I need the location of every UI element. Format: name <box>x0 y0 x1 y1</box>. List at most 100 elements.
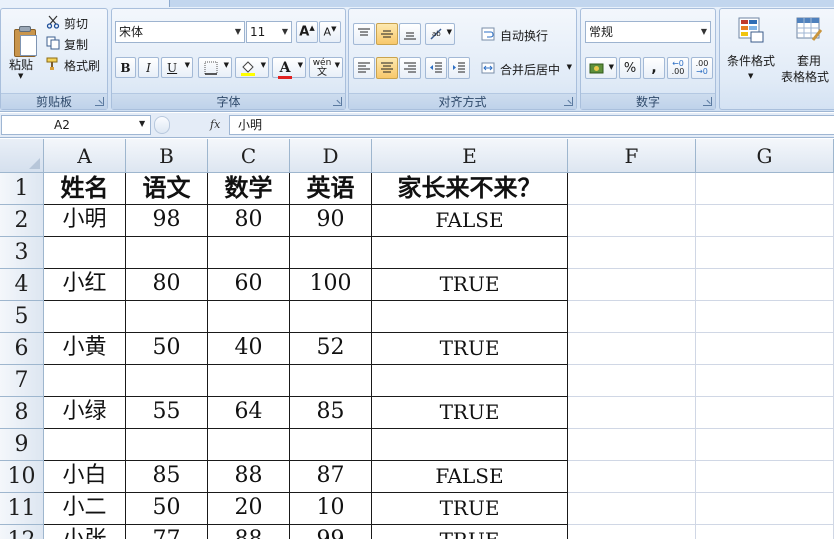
cell-d11[interactable]: 10 <box>290 493 372 525</box>
formula-bar-splitter[interactable] <box>154 116 170 134</box>
align-left-button[interactable] <box>353 57 375 79</box>
row-header-5[interactable]: 5 <box>0 301 44 333</box>
align-top-button[interactable] <box>353 23 375 45</box>
paste-button[interactable]: 粘贴 ▼ <box>3 11 39 89</box>
cell-e8[interactable]: TRUE <box>372 397 568 429</box>
cell-d5[interactable] <box>290 301 372 333</box>
cell-d1[interactable]: 英语 <box>290 173 372 205</box>
increase-indent-button[interactable] <box>448 57 470 79</box>
borders-button[interactable]: ▼ <box>198 57 232 78</box>
cell-e3[interactable] <box>372 237 568 269</box>
format-painter-button[interactable]: 格式刷 <box>43 55 105 73</box>
cell-b8[interactable]: 55 <box>126 397 208 429</box>
cell-b12[interactable]: 77 <box>126 525 208 539</box>
column-header-b[interactable]: B <box>126 139 208 173</box>
cell-a10[interactable]: 小白 <box>44 461 126 493</box>
underline-dropdown-icon[interactable]: ▼ <box>185 61 190 69</box>
align-right-button[interactable] <box>399 57 421 79</box>
decrease-indent-button[interactable] <box>425 57 447 79</box>
cell-a5[interactable] <box>44 301 126 333</box>
cell-c5[interactable] <box>208 301 290 333</box>
cell-b11[interactable]: 50 <box>126 493 208 525</box>
name-box[interactable]: A2 <box>1 115 151 135</box>
phonetic-dropdown-icon[interactable]: ▼ <box>335 61 340 69</box>
orientation-dropdown-icon[interactable]: ▼ <box>447 28 452 36</box>
align-center-button[interactable] <box>376 57 398 79</box>
bold-button[interactable]: B <box>115 57 136 78</box>
row-header-12[interactable]: 12 <box>0 525 44 539</box>
cell-c6[interactable]: 40 <box>208 333 290 365</box>
cell-e9[interactable] <box>372 429 568 461</box>
merge-center-dropdown-icon[interactable]: ▼ <box>567 63 572 71</box>
row-header-8[interactable]: 8 <box>0 397 44 429</box>
cell-b1[interactable]: 语文 <box>126 173 208 205</box>
wrap-text-button[interactable]: 自动换行 <box>477 23 573 45</box>
select-all-button[interactable] <box>0 139 44 173</box>
cell-b7[interactable] <box>126 365 208 397</box>
column-header-f[interactable]: F <box>568 139 696 173</box>
cell-a6[interactable]: 小黄 <box>44 333 126 365</box>
cell-c12[interactable]: 88 <box>208 525 290 539</box>
decrease-decimal-button[interactable]: .00 →0 <box>691 57 713 79</box>
number-format-select[interactable]: 常规 ▼ <box>585 21 711 43</box>
cell-e2[interactable]: FALSE <box>372 205 568 237</box>
increase-decimal-button[interactable]: ←0 .00 <box>667 57 689 79</box>
column-header-d[interactable]: D <box>290 139 372 173</box>
cell-d8[interactable]: 85 <box>290 397 372 429</box>
cell-b2[interactable]: 98 <box>126 205 208 237</box>
column-header-e[interactable]: E <box>372 139 568 173</box>
formula-input[interactable]: 小明 <box>229 115 834 135</box>
row-header-9[interactable]: 9 <box>0 429 44 461</box>
cell-a12[interactable]: 小张 <box>44 525 126 539</box>
phonetic-button[interactable]: wén 文 ▼ <box>309 57 343 78</box>
tab-home[interactable] <box>0 0 170 7</box>
cell-d3[interactable] <box>290 237 372 269</box>
cell-c11[interactable]: 20 <box>208 493 290 525</box>
font-color-button[interactable]: A ▼ <box>272 57 306 79</box>
cell-b3[interactable] <box>126 237 208 269</box>
cell-e1[interactable]: 家长来不来？ <box>372 173 568 205</box>
cell-c4[interactable]: 60 <box>208 269 290 301</box>
cell-e7[interactable] <box>372 365 568 397</box>
cell-c2[interactable]: 80 <box>208 205 290 237</box>
cell-c8[interactable]: 64 <box>208 397 290 429</box>
number-launcher-icon[interactable] <box>703 97 712 106</box>
cell-c10[interactable]: 88 <box>208 461 290 493</box>
clipboard-launcher-icon[interactable] <box>95 97 104 106</box>
grow-font-button[interactable]: A▲ <box>296 21 318 43</box>
column-header-a[interactable]: A <box>44 139 126 173</box>
cell-a7[interactable] <box>44 365 126 397</box>
cell-a8[interactable]: 小绿 <box>44 397 126 429</box>
font-size-dropdown-icon[interactable]: ▼ <box>279 22 291 42</box>
conditional-formatting-button[interactable]: 条件格式 ▼ <box>722 13 778 89</box>
format-as-table-button[interactable]: 套用 表格格式 <box>778 13 834 89</box>
align-bottom-button[interactable] <box>399 23 421 45</box>
cell-a4[interactable]: 小红 <box>44 269 126 301</box>
cell-c3[interactable] <box>208 237 290 269</box>
shrink-font-button[interactable]: A▼ <box>319 21 341 43</box>
cell-b9[interactable] <box>126 429 208 461</box>
row-header-4[interactable]: 4 <box>0 269 44 301</box>
alignment-launcher-icon[interactable] <box>564 97 573 106</box>
accounting-format-button[interactable]: ▼ <box>585 57 617 79</box>
cell-d4[interactable]: 100 <box>290 269 372 301</box>
fill-color-button[interactable]: ▼ <box>235 57 269 78</box>
conditional-formatting-dropdown-icon[interactable]: ▼ <box>748 72 753 80</box>
accounting-dropdown-icon[interactable]: ▼ <box>609 63 614 71</box>
cell-b6[interactable]: 50 <box>126 333 208 365</box>
cell-c7[interactable] <box>208 365 290 397</box>
row-header-2[interactable]: 2 <box>0 205 44 237</box>
cell-a1[interactable]: 姓名 <box>44 173 126 205</box>
merge-center-button[interactable]: 合并后居中 ▼ <box>477 57 575 79</box>
cell-d12[interactable]: 99 <box>290 525 372 539</box>
percent-style-button[interactable]: % <box>619 57 641 79</box>
font-color-dropdown-icon[interactable]: ▼ <box>298 61 303 69</box>
font-launcher-icon[interactable] <box>333 97 342 106</box>
cell-e10[interactable]: FALSE <box>372 461 568 493</box>
copy-button[interactable]: 复制 <box>43 34 105 52</box>
font-name-select[interactable]: 宋体 ▼ <box>115 21 245 43</box>
cell-b5[interactable] <box>126 301 208 333</box>
borders-dropdown-icon[interactable]: ▼ <box>224 61 229 69</box>
fill-color-dropdown-icon[interactable]: ▼ <box>261 61 266 69</box>
cell-b10[interactable]: 85 <box>126 461 208 493</box>
